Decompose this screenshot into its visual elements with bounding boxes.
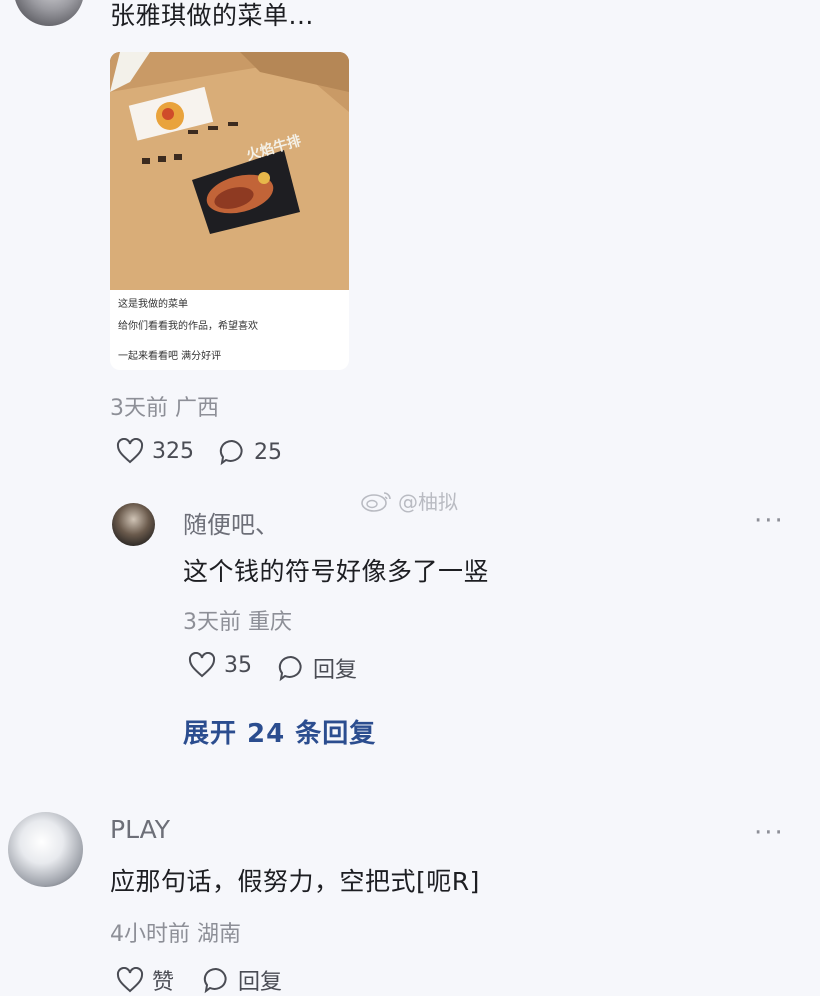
- heart-icon: [116, 967, 144, 993]
- reply-text: 这个钱的符号好像多了一竖: [183, 557, 490, 586]
- expand-replies-link[interactable]: 展开 24 条回复: [183, 713, 376, 750]
- weibo-watermark: @柚拟: [360, 486, 458, 515]
- reply-reply-label: 回复: [313, 658, 358, 683]
- menu-photo: 368 火焰牛排: [110, 52, 349, 290]
- heart-icon: [188, 652, 216, 678]
- watermark-text: @柚拟: [398, 490, 458, 514]
- weibo-icon: [361, 491, 391, 512]
- heart-icon: [116, 438, 144, 464]
- image-caption-3: 一起来看看吧 满分好评: [118, 351, 222, 362]
- comment-text: 张雅琪做的菜单...: [110, 1, 314, 30]
- comment-icon: [219, 439, 243, 466]
- comment-icon: [203, 967, 227, 994]
- reply-avatar[interactable]: [112, 503, 155, 546]
- play-like-label: 赞: [152, 970, 175, 995]
- play-reply-label: 回复: [238, 970, 283, 995]
- play-username[interactable]: PLAY: [110, 815, 170, 844]
- play-comment-meta: 4小时前 湖南: [110, 922, 241, 947]
- reply-count-button[interactable]: 25: [218, 438, 282, 466]
- avatar-top[interactable]: [14, 0, 84, 26]
- image-caption-2: 给你们看看我的作品，希望喜欢: [118, 321, 258, 332]
- like-button[interactable]: 325: [116, 438, 194, 464]
- play-avatar[interactable]: [8, 812, 83, 887]
- like-count: 325: [152, 438, 194, 464]
- reply-username[interactable]: 随便吧、: [183, 505, 279, 540]
- reply-more-button[interactable]: ···: [754, 506, 785, 536]
- reply-meta: 3天前 重庆: [183, 610, 292, 635]
- comment-icon: [278, 655, 302, 682]
- comment-meta: 3天前 广西: [110, 396, 219, 421]
- reply-like-button[interactable]: 35: [188, 652, 252, 678]
- image-caption-1: 这是我做的菜单: [118, 299, 188, 310]
- comment-image[interactable]: 368 火焰牛排 这是我做的菜单 给你们看看我的作品，希望喜欢 一起来看看吧 满…: [110, 52, 349, 370]
- reply-count: 25: [254, 439, 282, 465]
- reply-reply-button[interactable]: 回复: [277, 652, 357, 684]
- reply-like-count: 35: [224, 652, 252, 678]
- play-like-button[interactable]: 赞: [116, 964, 174, 996]
- play-comment-text: 应那句话，假努力，空把式[呃R]: [110, 867, 480, 896]
- play-more-button[interactable]: ···: [754, 818, 785, 848]
- play-reply-button[interactable]: 回复: [202, 964, 282, 996]
